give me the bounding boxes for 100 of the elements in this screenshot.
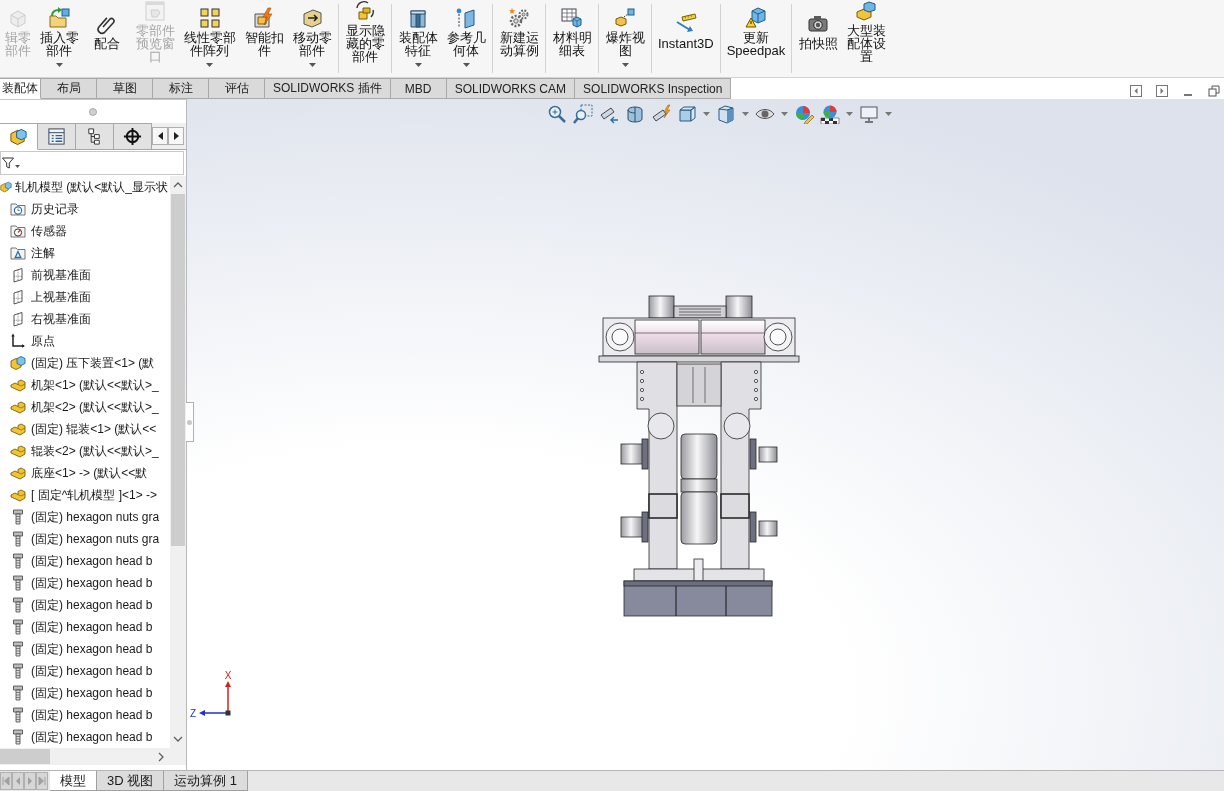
shaded-cube-icon[interactable] — [716, 104, 736, 124]
caret-down-icon[interactable] — [846, 112, 853, 116]
toolbar-button[interactable]: 大型装配体设置 — [842, 0, 891, 77]
tree-item[interactable]: (固定) 辊装<1> (默认<< — [0, 418, 170, 440]
toolbar-button[interactable]: 爆炸视图 — [601, 0, 649, 77]
magnifier-icon[interactable] — [547, 104, 567, 124]
bottom-tab[interactable]: 3D 视图 — [97, 771, 165, 791]
bolt-icon — [10, 597, 26, 613]
toolbar-button[interactable]: 新建运动算例 — [495, 0, 543, 77]
filter-icon — [2, 157, 14, 169]
panel-left-icon[interactable] — [1130, 84, 1142, 97]
plane-icon — [10, 289, 26, 305]
scrollbar-thumb[interactable] — [0, 749, 50, 764]
toolbar-button[interactable]: 材料明细表 — [548, 0, 596, 77]
caret-down-icon[interactable] — [308, 63, 316, 67]
ribbon-tab[interactable]: 装配体 — [0, 78, 41, 99]
ribbon-tab[interactable]: SOLIDWORKS CAM — [446, 78, 576, 99]
tree-item[interactable]: 前视基准面 — [0, 264, 170, 286]
caret-down-icon[interactable] — [781, 112, 788, 116]
toolbar-button[interactable]: 更新Speedpak — [722, 0, 790, 77]
tree-item[interactable]: (固定) hexagon nuts gra — [0, 506, 170, 528]
splitter-handle-icon[interactable] — [89, 107, 97, 116]
ribbon-tab[interactable]: 草图 — [97, 78, 153, 99]
cube-outline-icon[interactable] — [677, 104, 697, 124]
tree-item[interactable]: (固定) hexagon head b — [0, 660, 170, 682]
caret-down-icon[interactable] — [742, 112, 749, 116]
panel-tab[interactable] — [38, 123, 76, 150]
tree-item[interactable]: (固定) hexagon head b — [0, 616, 170, 638]
ribbon-tab[interactable]: SOLIDWORKS Inspection — [575, 78, 732, 99]
stacked-cubes-icon — [855, 0, 878, 22]
tree-item[interactable]: 底座<1> -> (默认<<默 — [0, 462, 170, 484]
chevron-up-icon[interactable] — [173, 182, 183, 188]
caret-down-icon[interactable] — [414, 63, 422, 67]
half-cylinder-icon[interactable] — [625, 104, 645, 124]
tube-lightning-icon[interactable] — [651, 104, 671, 124]
panel-collapse-handle[interactable] — [186, 402, 194, 442]
toolbar-button[interactable]: 移动零部件 — [288, 0, 336, 77]
tree-item[interactable]: (固定) hexagon head b — [0, 638, 170, 660]
tree-item[interactable]: 历史记录 — [0, 198, 170, 220]
caret-down-icon[interactable] — [55, 63, 63, 67]
folder-arrow-icon — [48, 6, 70, 29]
caret-right-icon — [173, 132, 179, 140]
scroll-left-button[interactable] — [152, 127, 168, 145]
toolbar-button[interactable]: 配合 — [83, 0, 131, 77]
magnifier-frame-icon[interactable] — [573, 104, 593, 124]
ribbon-tab[interactable]: 布局 — [41, 78, 97, 99]
parts-arrows-icon — [354, 0, 376, 22]
sphere-checker-icon[interactable] — [820, 104, 840, 124]
tree-item[interactable]: 传感器 — [0, 220, 170, 242]
ribbon-tab[interactable]: 评估 — [209, 78, 265, 99]
tree-item[interactable]: (固定) hexagon head b — [0, 726, 170, 748]
tree-item[interactable]: (固定) hexagon head b — [0, 550, 170, 572]
toolbar-button[interactable]: 显示隐藏的零部件 — [341, 0, 389, 77]
ribbon-tab[interactable]: 标注 — [153, 78, 209, 99]
tree-item[interactable]: 上视基准面 — [0, 286, 170, 308]
plane-icon — [10, 311, 26, 327]
toolbar-button[interactable]: 参考几何体 — [442, 0, 490, 77]
tree-item[interactable]: 原点 — [0, 330, 170, 352]
cubes-icon — [0, 179, 12, 195]
panel-right-icon[interactable] — [1156, 84, 1168, 97]
caret-down-icon[interactable] — [621, 63, 629, 67]
bottom-tab[interactable]: 模型 — [50, 771, 97, 791]
sphere-pencil-icon[interactable] — [794, 104, 814, 124]
scrollbar-thumb[interactable] — [171, 194, 185, 546]
tree-item[interactable]: 右视基准面 — [0, 308, 170, 330]
restore-icon[interactable] — [1208, 84, 1220, 97]
tree-item[interactable]: (固定) hexagon head b — [0, 594, 170, 616]
tree-item[interactable]: (固定) hexagon head b — [0, 682, 170, 704]
bottom-tab[interactable]: 运动算例 1 — [164, 771, 249, 791]
tree-item[interactable]: (固定) hexagon nuts gra — [0, 528, 170, 550]
filter-field[interactable] — [0, 151, 184, 175]
panel-tab[interactable] — [76, 123, 114, 150]
ribbon-tab[interactable]: SOLIDWORKS 插件 — [265, 78, 391, 99]
tree-item[interactable]: 注解 — [0, 242, 170, 264]
caret-down-icon[interactable] — [703, 112, 710, 116]
tree-item[interactable]: 辊装<2> (默认<<默认>_ — [0, 440, 170, 462]
tree-item[interactable]: 轧机模型 (默认<默认_显示状 — [0, 176, 170, 198]
toolbar-button[interactable]: Instant3D — [654, 0, 718, 77]
tree-item[interactable]: 机架<2> (默认<<默认>_ — [0, 396, 170, 418]
toolbar-button[interactable]: 装配体特征 — [394, 0, 442, 77]
toolbar-button[interactable]: 插入零部件 — [35, 0, 83, 77]
caret-down-icon[interactable] — [462, 63, 470, 67]
tree-item[interactable]: [ 固定^轧机模型 ]<1> -> — [0, 484, 170, 506]
tree-item[interactable]: (固定) hexagon head b — [0, 704, 170, 726]
caret-down-icon[interactable] — [885, 112, 892, 116]
tree-item[interactable]: (固定) 压下装置<1> (默 — [0, 352, 170, 374]
ribbon-tab[interactable]: MBD — [390, 78, 447, 99]
chevron-down-icon[interactable] — [173, 736, 183, 742]
bolt-icon — [10, 663, 26, 679]
monitor-icon[interactable] — [859, 104, 879, 124]
chevron-right-icon[interactable] — [158, 751, 164, 762]
panel-tab[interactable] — [114, 123, 152, 150]
scroll-right-button[interactable] — [168, 127, 184, 145]
toolbar-button[interactable]: 智能扣件 — [240, 0, 288, 77]
tree-item[interactable]: 机架<1> (默认<<默认>_ — [0, 374, 170, 396]
toolbar-button[interactable]: 线性零部件阵列 — [179, 0, 240, 77]
toolbar-button[interactable]: 拍快照 — [794, 0, 843, 77]
bolt-icon — [10, 707, 26, 723]
caret-down-icon[interactable] — [206, 63, 213, 67]
tree-item[interactable]: (固定) hexagon head b — [0, 572, 170, 594]
